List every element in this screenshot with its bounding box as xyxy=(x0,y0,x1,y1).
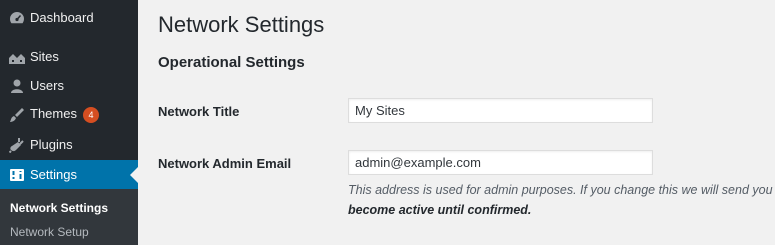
sidebar-item-users[interactable]: Users xyxy=(0,71,138,100)
sites-icon xyxy=(8,48,26,66)
plugins-icon xyxy=(8,136,26,154)
sidebar-item-label: Settings xyxy=(30,167,77,182)
admin-sidebar: Dashboard Sites Users Themes 4 Plugins Se… xyxy=(0,0,138,245)
network-title-input[interactable] xyxy=(348,98,653,123)
section-title: Operational Settings xyxy=(158,54,305,71)
current-menu-pointer xyxy=(130,166,138,183)
settings-icon xyxy=(8,166,26,184)
submenu-item-network-setup[interactable]: Network Setup xyxy=(10,225,89,239)
network-title-label: Network Title xyxy=(158,104,240,119)
sidebar-item-plugins[interactable]: Plugins xyxy=(0,130,138,159)
sidebar-item-sites[interactable]: Sites xyxy=(0,42,138,71)
admin-email-input[interactable] xyxy=(348,150,653,175)
sidebar-item-label: Plugins xyxy=(30,137,73,152)
sidebar-item-label: Sites xyxy=(30,49,59,64)
sidebar-item-themes[interactable]: Themes 4 xyxy=(0,100,138,129)
admin-email-label: Network Admin Email xyxy=(158,156,292,171)
themes-icon xyxy=(8,106,26,124)
sidebar-item-dashboard[interactable]: Dashboard xyxy=(0,3,138,32)
users-icon xyxy=(8,77,26,95)
page-title: Network Settings xyxy=(158,12,325,37)
sidebar-item-label: Themes 4 xyxy=(30,106,99,123)
sidebar-item-label: Dashboard xyxy=(30,10,94,25)
sidebar-item-settings[interactable]: Settings xyxy=(0,160,138,189)
dashboard-icon xyxy=(8,9,26,27)
sidebar-item-label: Users xyxy=(30,78,64,93)
admin-email-description: This address is used for admin purposes.… xyxy=(348,183,775,217)
submenu-item-network-settings[interactable]: Network Settings xyxy=(10,201,108,215)
update-count-badge: 4 xyxy=(82,106,99,123)
settings-submenu: Network Settings Network Setup xyxy=(0,189,138,245)
main-content: Network Settings Operational Settings Ne… xyxy=(138,0,775,245)
